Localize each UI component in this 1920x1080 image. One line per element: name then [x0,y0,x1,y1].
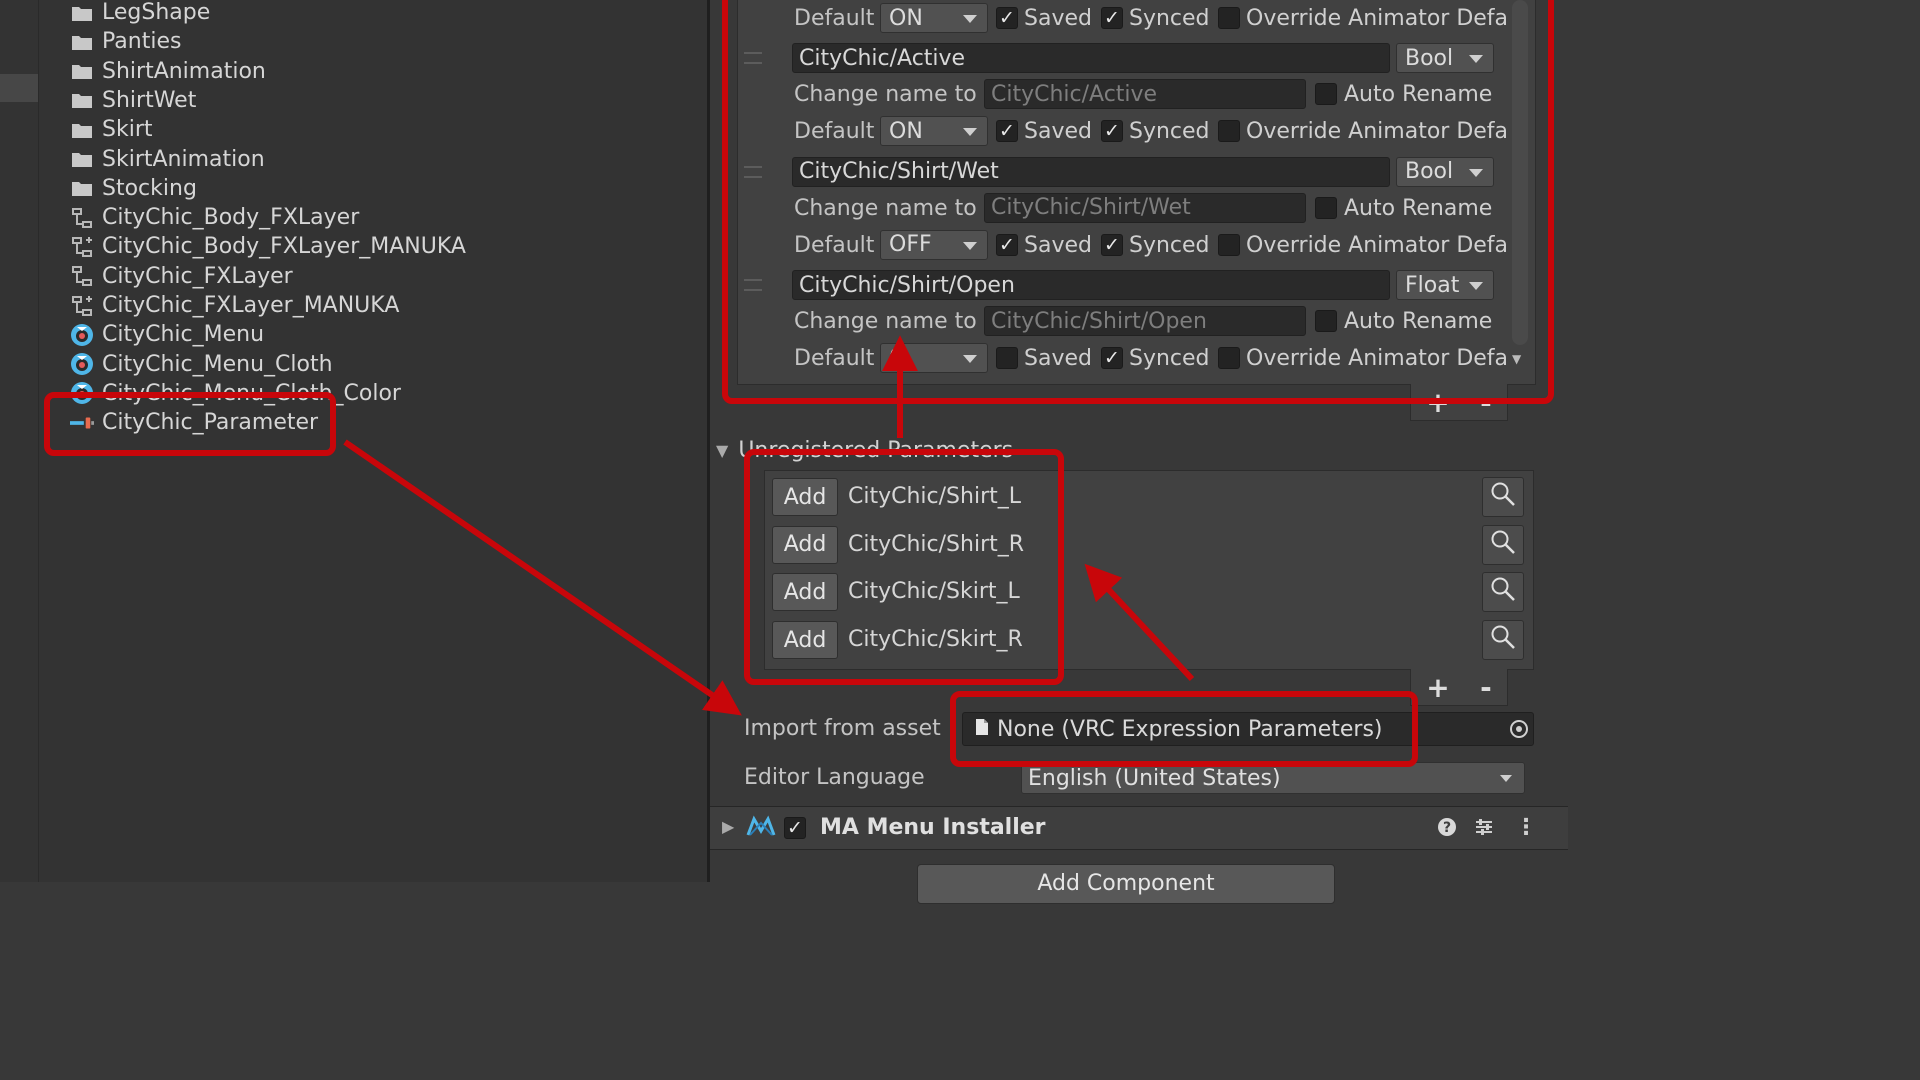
arrow-to-unregistered-list [1084,563,1195,682]
arrow-to-import-field [343,439,742,716]
annotation-arrows [343,335,1195,716]
